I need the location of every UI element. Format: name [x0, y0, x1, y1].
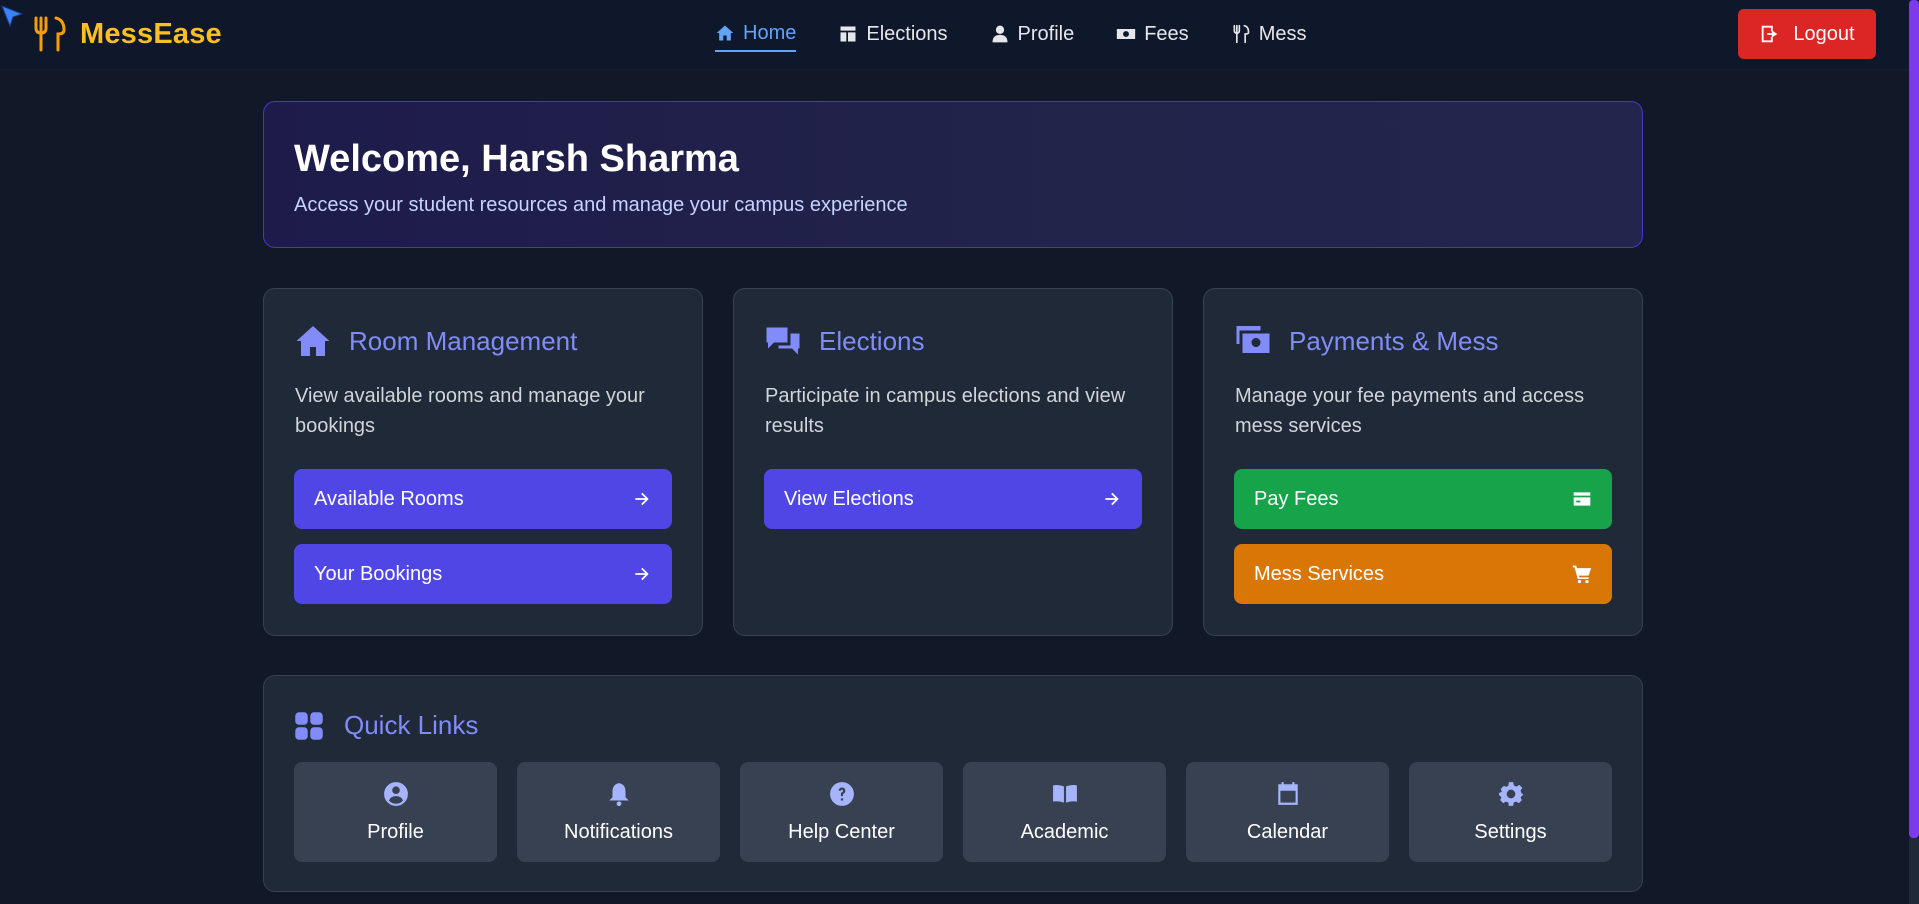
button-label: View Elections [784, 487, 914, 510]
mouse-cursor-icon [1, 5, 24, 28]
quick-link-label: Profile [367, 820, 424, 843]
button-label: Pay Fees [1254, 487, 1339, 510]
your-bookings-button[interactable]: Your Bookings [294, 544, 672, 604]
question-circle-icon [829, 781, 854, 806]
gear-icon [1498, 781, 1523, 806]
bell-icon [608, 782, 629, 806]
utensils-icon [1233, 24, 1250, 44]
comments-icon [766, 327, 800, 355]
money-icon [1117, 29, 1136, 39]
quick-links-title: Quick Links [344, 710, 479, 740]
ballot-icon [840, 26, 856, 42]
welcome-title: Welcome, Harsh Sharma [294, 138, 739, 180]
nav-profile-label: Profile [1017, 22, 1075, 45]
quick-link-help-center[interactable]: Help Center [740, 762, 943, 862]
arrow-right-icon [635, 492, 649, 506]
nav-home-label: Home [743, 21, 797, 44]
card-title: Payments & Mess [1289, 325, 1499, 356]
calendar-icon [1277, 781, 1298, 805]
pay-fees-button[interactable]: Pay Fees [1234, 469, 1612, 529]
home-icon [296, 326, 330, 356]
credit-card-icon [1573, 492, 1591, 506]
card-title: Elections [819, 325, 925, 356]
card-header: Room Management [295, 323, 577, 359]
nav-fees-label: Fees [1144, 22, 1189, 45]
quick-link-label: Notifications [564, 820, 673, 843]
logout-button[interactable]: Logout [1738, 9, 1876, 59]
nav-profile[interactable]: Profile [990, 18, 1075, 52]
page-scrollbar-thumb[interactable] [1909, 0, 1919, 838]
main-nav: Home Elections Profile Fees Mess [715, 18, 1348, 52]
nav-mess[interactable]: Mess [1231, 18, 1307, 52]
quick-link-label: Calendar [1246, 820, 1329, 843]
logout-label: Logout [1793, 22, 1855, 45]
button-label: Your Bookings [314, 562, 443, 585]
logout-icon [1762, 25, 1778, 43]
quick-links-panel: Quick Links Profile Notifications Help C… [263, 675, 1643, 892]
card-description: Participate in campus elections and view… [765, 385, 1126, 437]
view-elections-button[interactable]: View Elections [764, 469, 1142, 529]
card-title: Room Management [349, 325, 578, 356]
nav-fees[interactable]: Fees [1116, 18, 1189, 52]
quick-link-settings[interactable]: Settings [1409, 762, 1612, 862]
utensils-icon [34, 16, 66, 52]
nav-elections-label: Elections [866, 22, 948, 45]
card-description: View available rooms and manage your boo… [295, 385, 645, 437]
user-circle-icon [383, 781, 408, 806]
page-scrollbar-track[interactable] [1909, 838, 1919, 904]
quick-links-header: Quick Links [294, 710, 478, 741]
arrow-right-icon [635, 567, 649, 581]
card-description: Manage your fee payments and access mess… [1235, 385, 1585, 437]
card-header: Payments & Mess [1235, 323, 1499, 359]
button-label: Available Rooms [314, 487, 464, 510]
nav-mess-label: Mess [1258, 22, 1307, 45]
quick-link-notifications[interactable]: Notifications [517, 762, 720, 862]
nav-home[interactable]: Home [715, 18, 797, 52]
quick-link-label: Help Center [788, 820, 895, 843]
card-header: Elections [765, 323, 925, 359]
nav-elections[interactable]: Elections [838, 18, 948, 52]
available-rooms-button[interactable]: Available Rooms [294, 469, 672, 529]
mess-services-button[interactable]: Mess Services [1234, 544, 1612, 604]
brand-logo[interactable]: MessEase [30, 14, 222, 54]
quick-link-label: Academic [1020, 820, 1109, 843]
home-icon [716, 25, 734, 41]
grid-icon [295, 711, 323, 740]
quick-link-calendar[interactable]: Calendar [1186, 762, 1389, 862]
quick-link-academic[interactable]: Academic [963, 762, 1166, 862]
welcome-banner: Welcome, Harsh Sharma Access your studen… [263, 101, 1643, 248]
book-icon [1052, 784, 1077, 803]
top-navbar: MessEase Home Elections Profile Fees Mes… [0, 0, 1919, 69]
card-elections: Elections Participate in campus election… [733, 288, 1173, 636]
money-bills-icon [1236, 326, 1270, 353]
quick-link-profile[interactable]: Profile [294, 762, 497, 862]
welcome-subtitle: Access your student resources and manage… [294, 194, 908, 216]
card-payments-mess: Payments & Mess Manage your fee payments… [1203, 288, 1643, 636]
arrow-right-icon [1105, 492, 1119, 506]
card-room-management: Room Management View available rooms and… [263, 288, 703, 636]
quick-link-label: Settings [1474, 820, 1547, 843]
brand-name: MessEase [80, 17, 222, 50]
user-icon [992, 25, 1008, 43]
button-label: Mess Services [1254, 562, 1385, 585]
cart-icon [1572, 565, 1592, 584]
